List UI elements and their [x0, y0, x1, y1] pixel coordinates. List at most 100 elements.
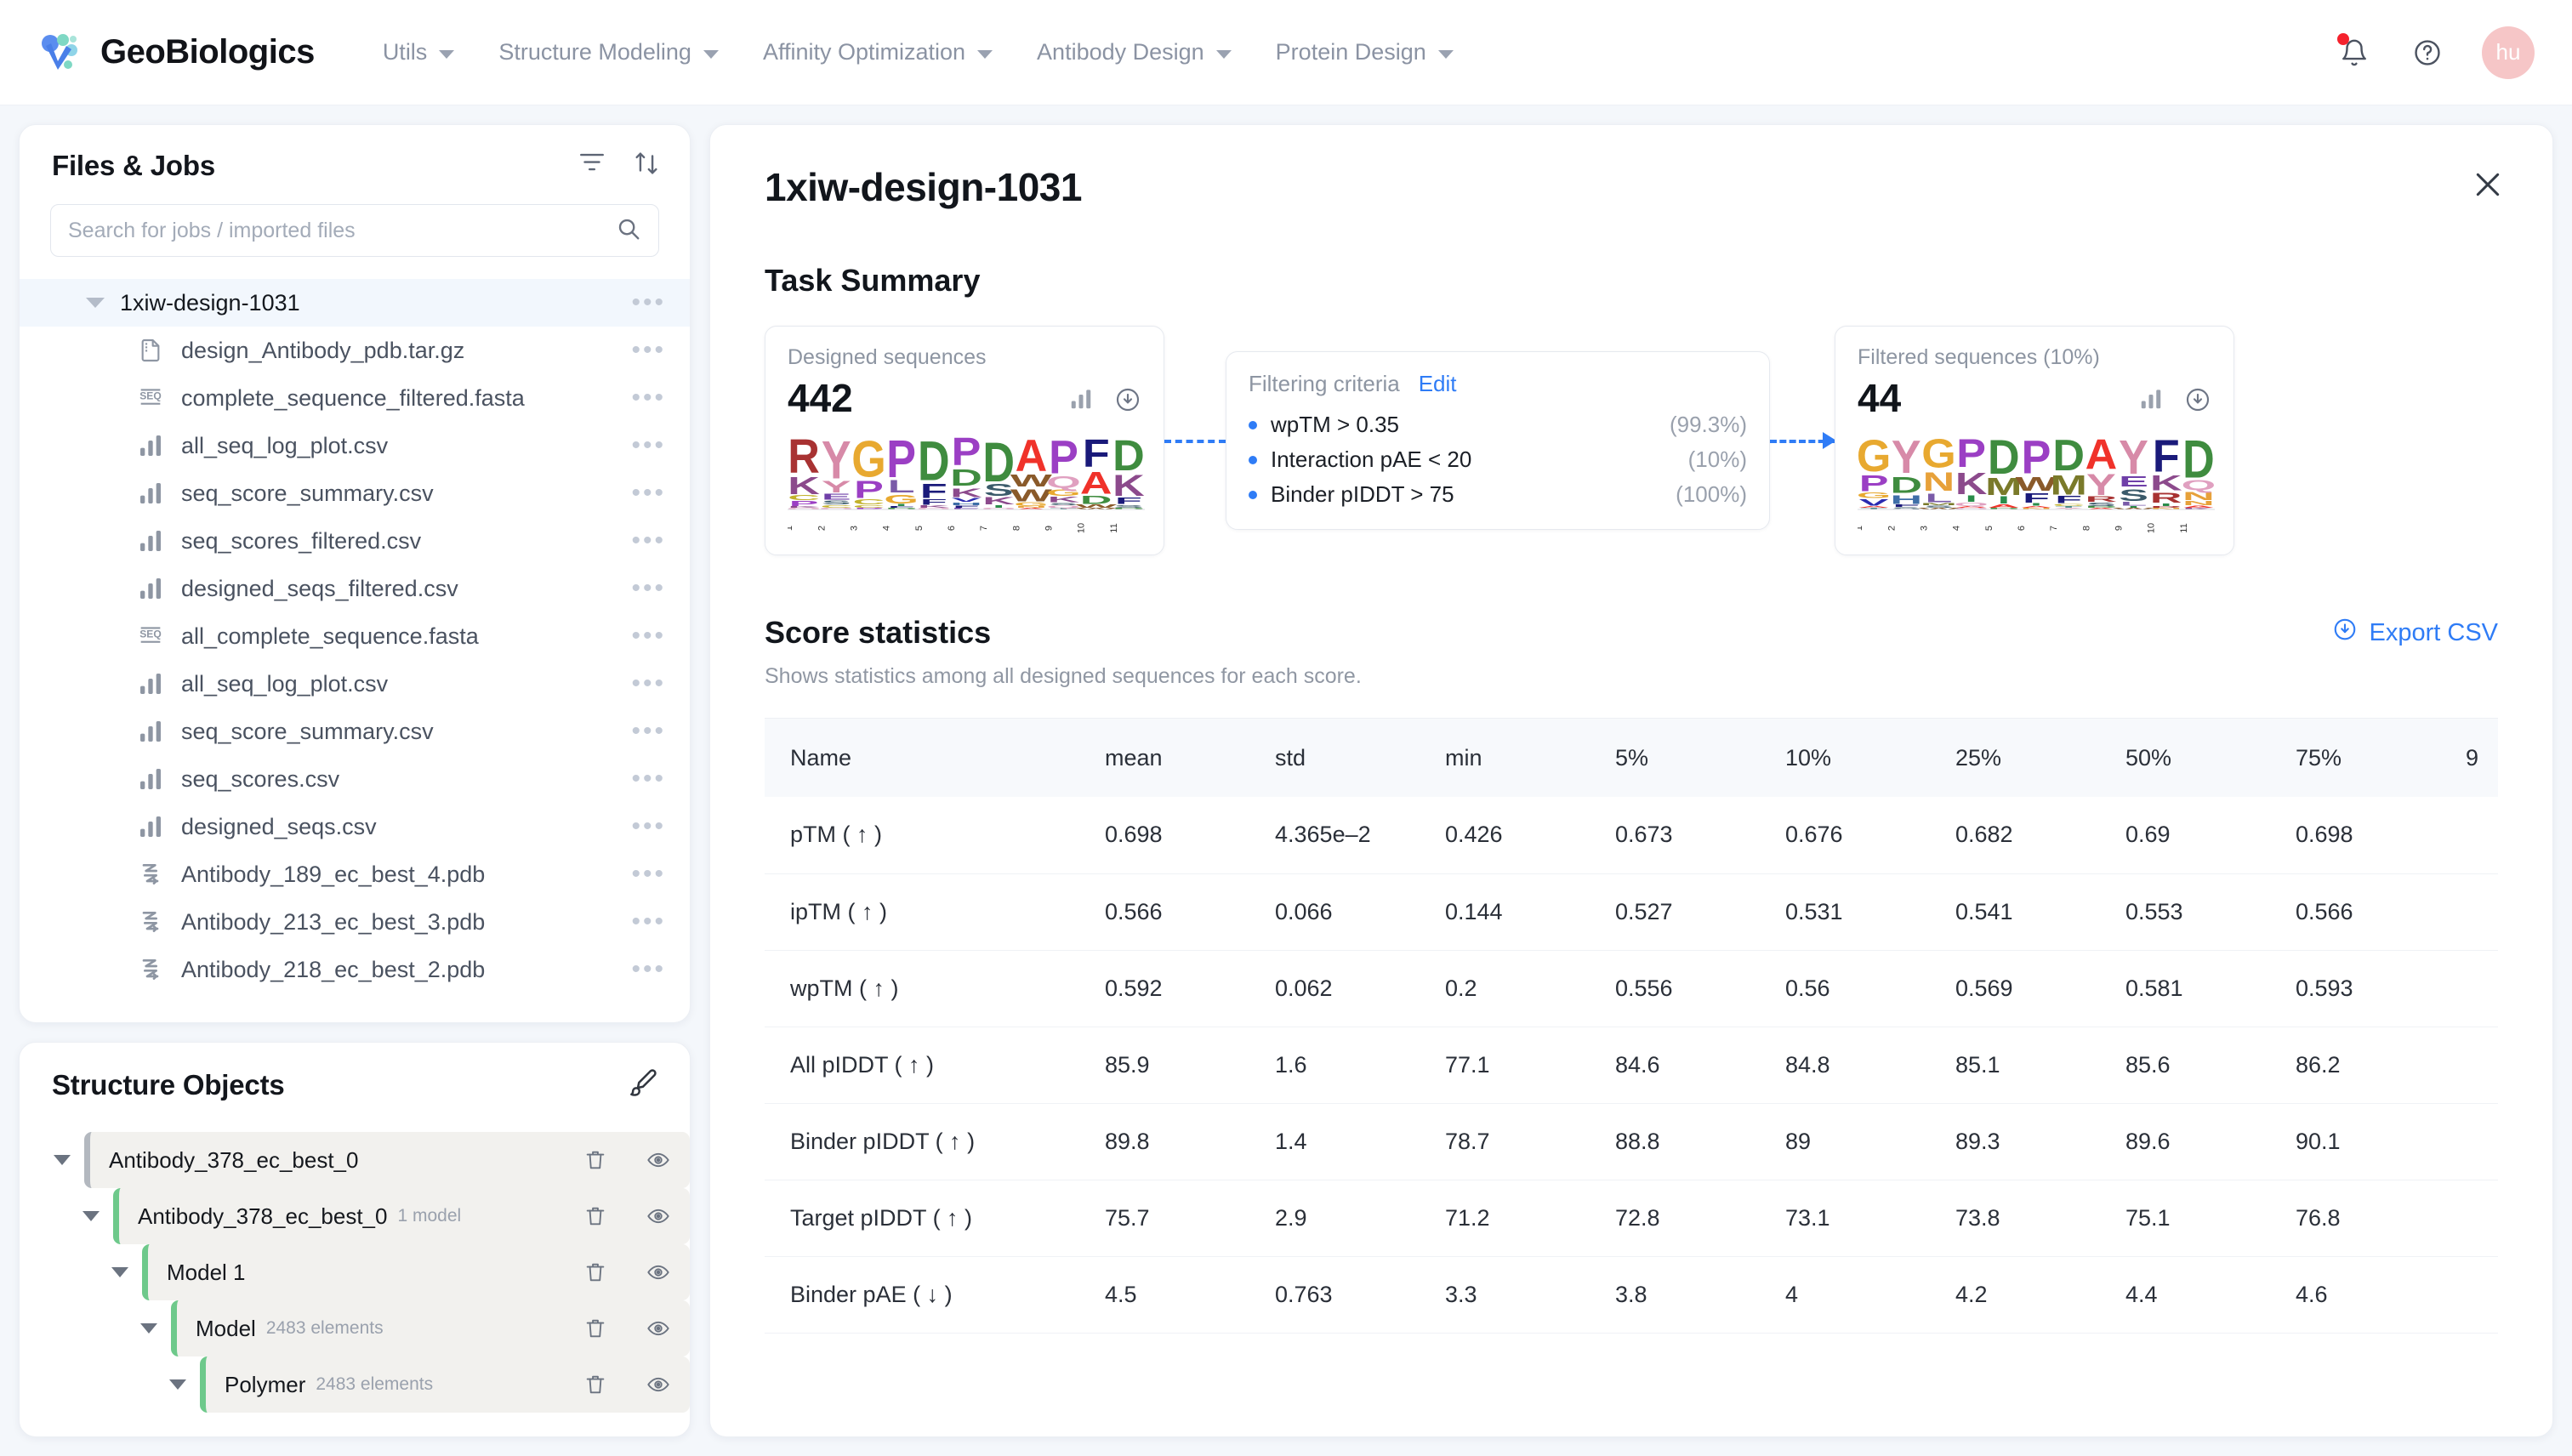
- trash-icon[interactable]: [564, 1300, 627, 1356]
- table-column-header[interactable]: 50%: [2125, 719, 2296, 797]
- table-column-header[interactable]: 25%: [1955, 719, 2125, 797]
- chevron-down-icon[interactable]: [140, 1323, 157, 1334]
- nav-item-utils[interactable]: Utils: [361, 31, 477, 74]
- more-horizontal-icon[interactable]: •••: [631, 862, 666, 887]
- more-horizontal-icon[interactable]: •••: [631, 576, 666, 601]
- bar-chart-icon[interactable]: [2138, 386, 2164, 418]
- more-horizontal-icon[interactable]: •••: [631, 338, 666, 363]
- table-column-header[interactable]: 5%: [1615, 719, 1785, 797]
- file-list-item[interactable]: seq_scores.csv •••: [20, 755, 690, 803]
- more-horizontal-icon[interactable]: •••: [631, 290, 666, 316]
- trash-icon[interactable]: [564, 1132, 627, 1188]
- question-circle-icon[interactable]: [2409, 34, 2446, 71]
- more-horizontal-icon[interactable]: •••: [631, 481, 666, 506]
- svg-text:SEQ: SEQ: [139, 390, 161, 401]
- file-list-item-label: seq_scores_filtered.csv: [181, 527, 422, 554]
- trash-icon[interactable]: [564, 1188, 627, 1244]
- more-horizontal-icon[interactable]: •••: [631, 433, 666, 458]
- more-horizontal-icon[interactable]: •••: [631, 385, 666, 411]
- chevron-down-icon[interactable]: [54, 1155, 71, 1165]
- trash-icon[interactable]: [564, 1244, 627, 1300]
- file-list-item[interactable]: seq_scores_filtered.csv •••: [20, 517, 690, 565]
- paint-brush-icon[interactable]: [627, 1066, 659, 1103]
- table-column-header[interactable]: std: [1275, 719, 1445, 797]
- more-horizontal-icon[interactable]: •••: [631, 528, 666, 554]
- file-list-item[interactable]: all_seq_log_plot.csv •••: [20, 422, 690, 469]
- chevron-down-icon[interactable]: [169, 1379, 186, 1390]
- more-horizontal-icon[interactable]: •••: [631, 909, 666, 935]
- table-column-header[interactable]: mean: [1105, 719, 1275, 797]
- eye-icon[interactable]: [627, 1244, 690, 1300]
- nav-item-antibody-design[interactable]: Antibody Design: [1015, 31, 1254, 74]
- structure-object-row[interactable]: Model 1: [20, 1244, 690, 1300]
- eye-icon[interactable]: [627, 1300, 690, 1356]
- structure-object-name: Model 1: [167, 1259, 246, 1285]
- file-list-item[interactable]: all_seq_log_plot.csv •••: [20, 660, 690, 708]
- avatar[interactable]: hu: [2482, 26, 2535, 79]
- structure-object-row[interactable]: Antibody_378_ec_best_0 1 model: [20, 1188, 690, 1244]
- more-horizontal-icon[interactable]: •••: [631, 957, 666, 982]
- more-horizontal-icon[interactable]: •••: [631, 671, 666, 697]
- file-list-item[interactable]: Antibody_218_ec_best_2.pdb •••: [20, 946, 690, 993]
- edit-criteria-link[interactable]: Edit: [1419, 371, 1457, 397]
- export-csv-button[interactable]: Export CSV: [2332, 617, 2498, 649]
- file-list-item[interactable]: SEQ complete_sequence_filtered.fasta •••: [20, 374, 690, 422]
- table-cell: Target pIDDT ( ↑ ): [765, 1180, 1105, 1257]
- job-detail-content: 1xiw-design-1031 Task Summary Designed s…: [710, 164, 2552, 1436]
- eye-icon[interactable]: [627, 1132, 690, 1188]
- more-horizontal-icon[interactable]: •••: [631, 623, 666, 649]
- trash-icon[interactable]: [564, 1356, 627, 1413]
- more-horizontal-icon[interactable]: •••: [631, 719, 666, 744]
- search-input[interactable]: [68, 218, 616, 243]
- nav-item-affinity-optimization[interactable]: Affinity Optimization: [741, 31, 1015, 74]
- seq-file-icon: SEQ: [135, 621, 166, 651]
- file-list-item[interactable]: Antibody_213_ec_best_3.pdb •••: [20, 898, 690, 946]
- svg-text:P: P: [1956, 430, 1986, 475]
- eye-icon[interactable]: [627, 1188, 690, 1244]
- chevron-down-icon[interactable]: [86, 298, 105, 308]
- table-column-header[interactable]: min: [1445, 719, 1615, 797]
- structure-object-body[interactable]: Antibody_378_ec_best_0: [84, 1132, 564, 1188]
- close-icon[interactable]: [2471, 168, 2505, 206]
- job-detail-panel: 1xiw-design-1031 Task Summary Designed s…: [709, 124, 2553, 1437]
- brand[interactable]: GeoBiologics: [37, 29, 315, 77]
- file-list-item[interactable]: Antibody_189_ec_best_4.pdb •••: [20, 850, 690, 898]
- search-box[interactable]: [50, 204, 659, 257]
- chevron-down-icon[interactable]: [83, 1211, 100, 1221]
- file-list-item[interactable]: SEQ all_complete_sequence.fasta •••: [20, 612, 690, 660]
- tree-root-job[interactable]: 1xiw-design-1031 •••: [20, 279, 690, 327]
- svg-text:R: R: [788, 429, 820, 483]
- table-column-header[interactable]: 9: [2466, 719, 2498, 797]
- file-list-item[interactable]: designed_seqs_filtered.csv •••: [20, 565, 690, 612]
- file-list-item[interactable]: designed_seqs.csv •••: [20, 803, 690, 850]
- table-column-header[interactable]: 10%: [1785, 719, 1955, 797]
- nav-item-structure-modeling[interactable]: Structure Modeling: [476, 31, 741, 74]
- structure-object-row[interactable]: Polymer 2483 elements: [20, 1356, 690, 1413]
- file-list-item-label: design_Antibody_pdb.tar.gz: [181, 337, 465, 363]
- svg-text:11: 11: [1109, 523, 1119, 532]
- nav-item-protein-design[interactable]: Protein Design: [1254, 31, 1476, 74]
- more-horizontal-icon[interactable]: •••: [631, 814, 666, 839]
- structure-panel-header: Structure Objects: [20, 1066, 690, 1103]
- search-icon[interactable]: [616, 216, 641, 246]
- eye-icon[interactable]: [627, 1356, 690, 1413]
- more-horizontal-icon[interactable]: •••: [631, 766, 666, 792]
- file-list-item[interactable]: seq_score_summary.csv •••: [20, 469, 690, 517]
- filter-icon[interactable]: [578, 149, 606, 182]
- structure-object-body[interactable]: Model 2483 elements: [171, 1300, 564, 1356]
- table-column-header[interactable]: Name: [765, 719, 1105, 797]
- structure-object-row[interactable]: Model 2483 elements: [20, 1300, 690, 1356]
- structure-object-body[interactable]: Antibody_378_ec_best_0 1 model: [113, 1188, 564, 1244]
- table-column-header[interactable]: 75%: [2296, 719, 2466, 797]
- bar-chart-icon[interactable]: [1068, 386, 1094, 418]
- structure-object-body[interactable]: Polymer 2483 elements: [200, 1356, 564, 1413]
- bell-icon[interactable]: [2336, 32, 2373, 71]
- file-list-item[interactable]: seq_score_summary.csv •••: [20, 708, 690, 755]
- chevron-down-icon[interactable]: [111, 1267, 128, 1277]
- sort-transfer-icon[interactable]: [632, 149, 661, 182]
- download-icon[interactable]: [1114, 386, 1141, 418]
- structure-object-body[interactable]: Model 1: [142, 1244, 564, 1300]
- structure-object-row[interactable]: Antibody_378_ec_best_0: [20, 1132, 690, 1188]
- download-icon[interactable]: [2184, 386, 2211, 418]
- file-list-item[interactable]: design_Antibody_pdb.tar.gz •••: [20, 327, 690, 374]
